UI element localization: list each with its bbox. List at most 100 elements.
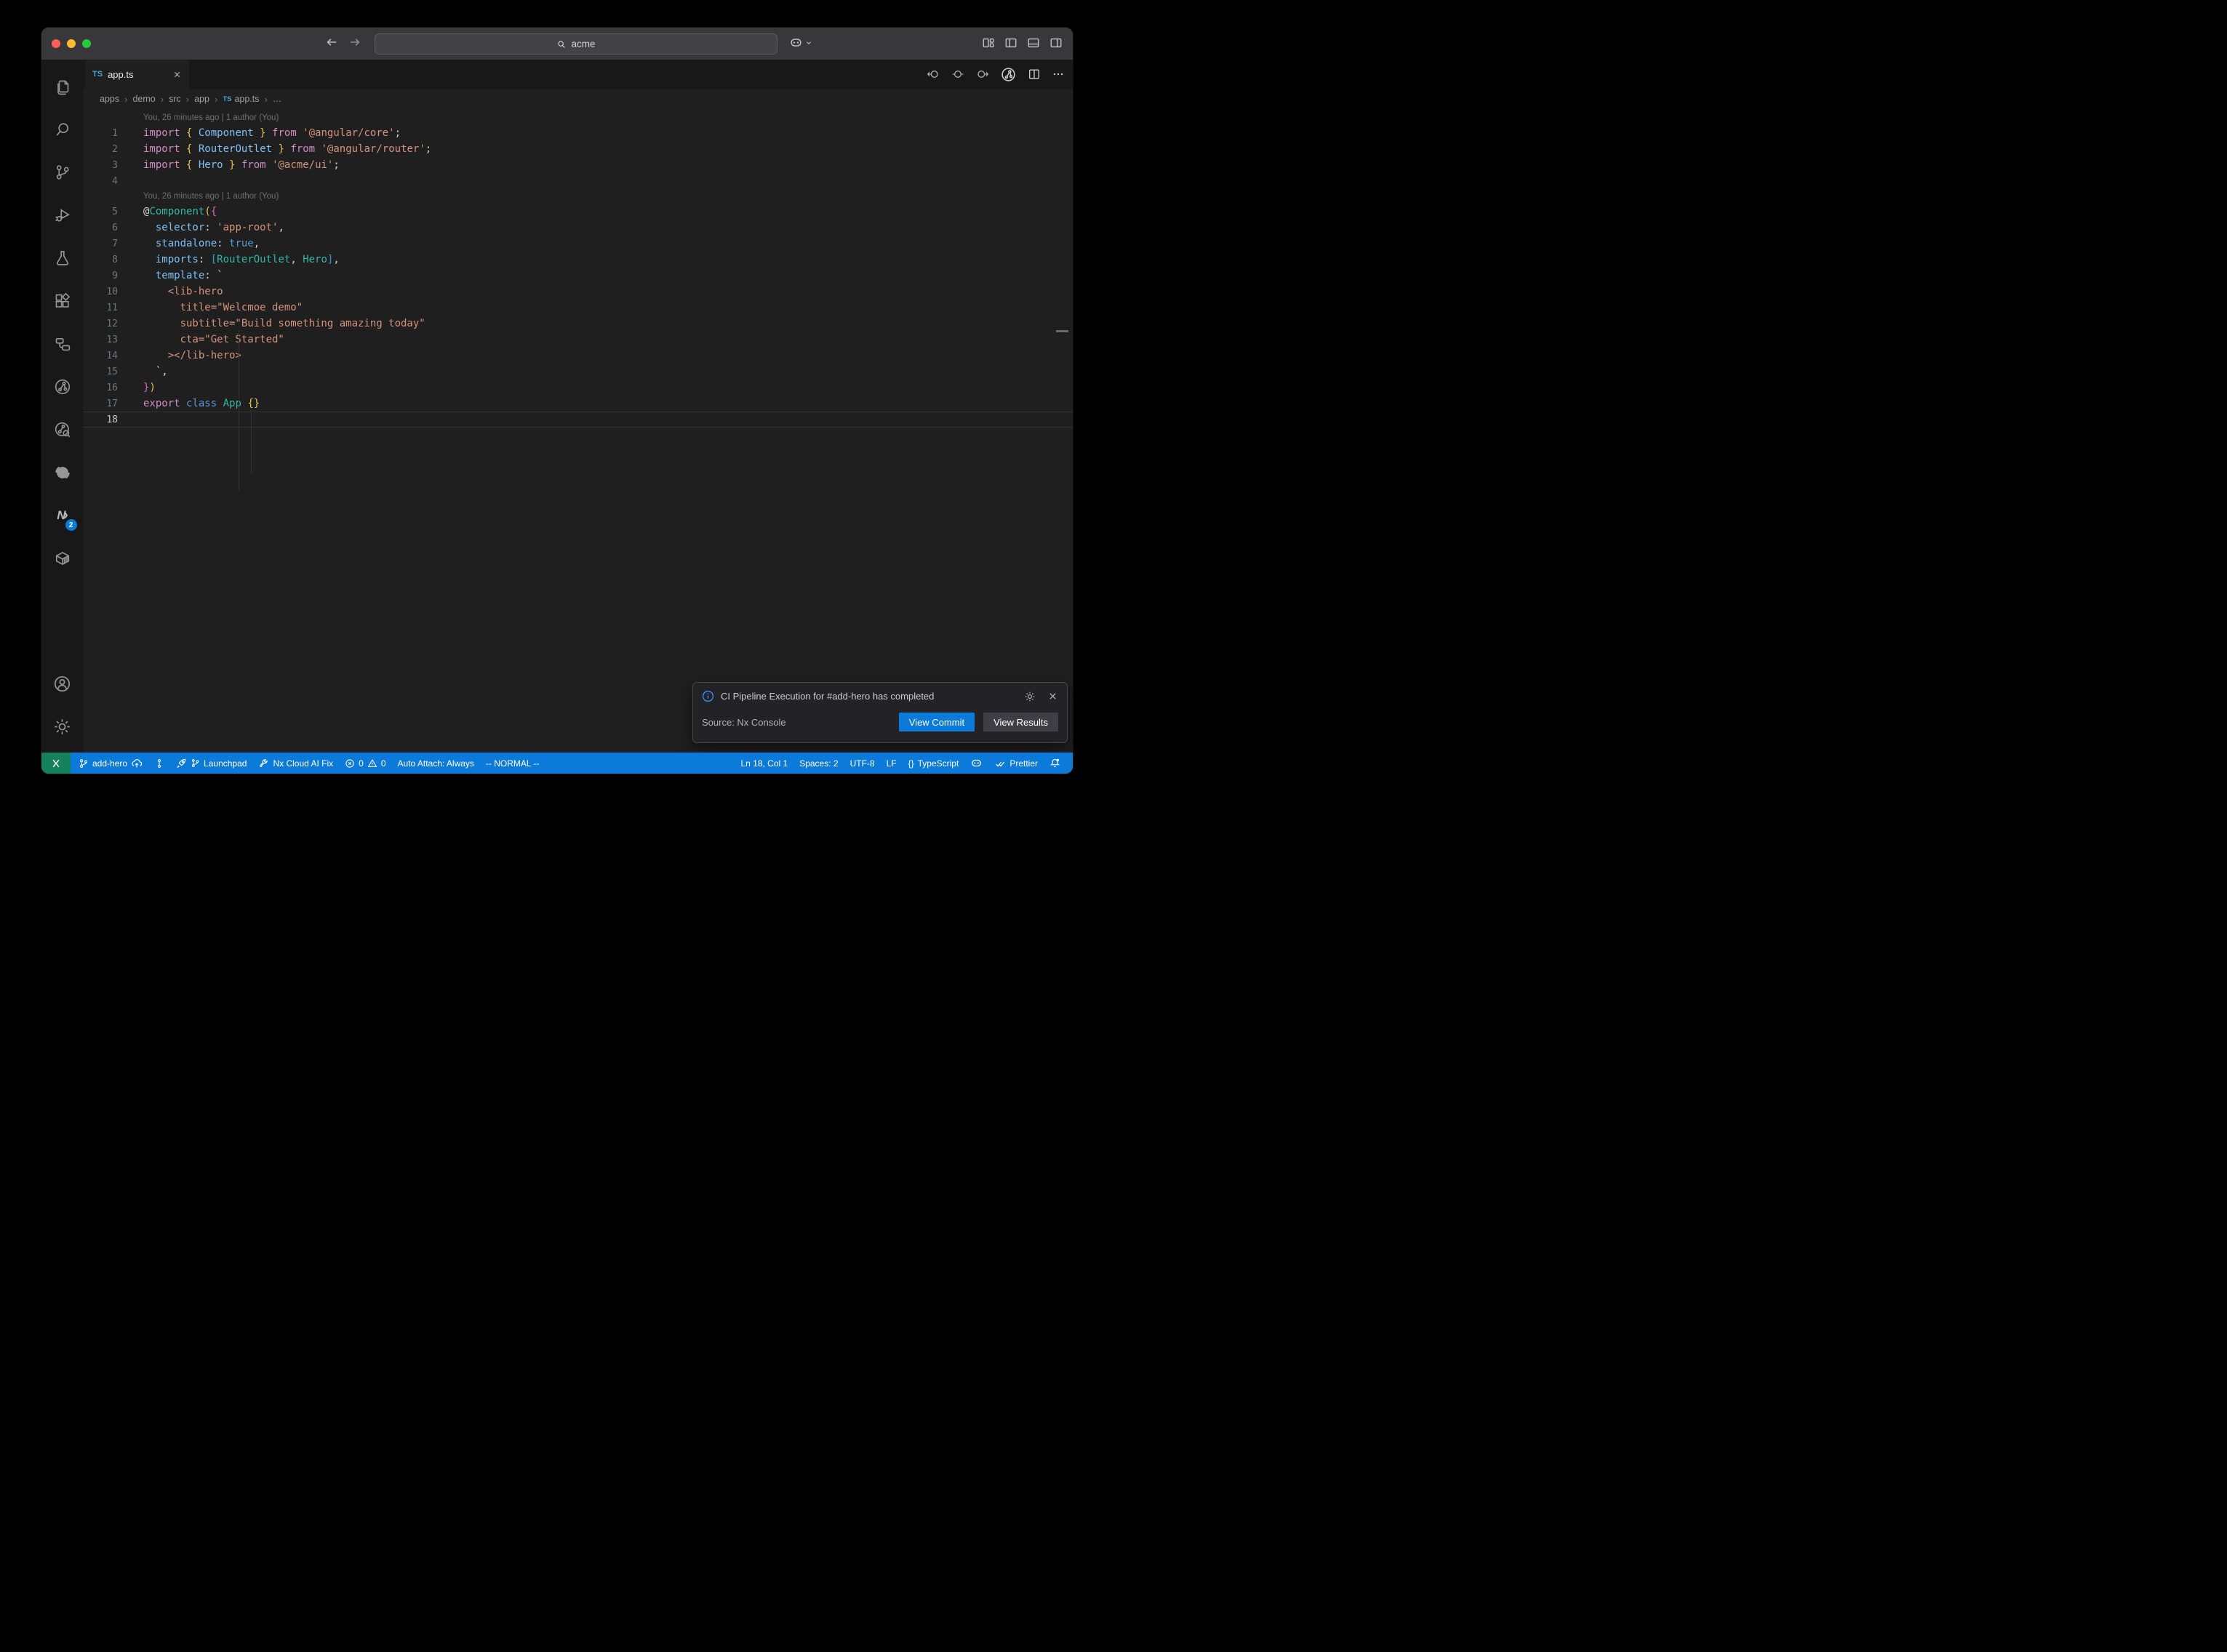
line-number[interactable]: 2 [83,144,118,155]
sidebar-item-nx-console[interactable]: N› 2 [47,499,79,532]
customize-layout-icon[interactable] [982,36,995,49]
line-number[interactable]: 17 [83,398,118,409]
code-text[interactable]: import { Component } from '@angular/core… [118,127,401,139]
line-number[interactable]: 1 [83,128,118,139]
line-number[interactable]: 5 [83,206,118,217]
breadcrumb-item[interactable]: apps [100,94,119,104]
sidebar-item-containers[interactable] [47,542,79,575]
line-number[interactable]: 14 [83,350,118,361]
line-number[interactable]: 11 [83,302,118,313]
breadcrumb-item[interactable]: app [194,94,209,104]
sidebar-item-extensions[interactable] [47,284,79,318]
sidebar-item-search[interactable] [47,113,79,146]
settings-button[interactable] [47,710,79,743]
tab-app-ts[interactable]: TS app.ts [85,60,189,89]
line-number[interactable]: 6 [83,222,118,233]
step-back-icon[interactable] [927,68,940,81]
view-commit-button[interactable]: View Commit [899,713,975,731]
line-number[interactable]: 8 [83,254,118,265]
sidebar-item-console-swirl[interactable] [47,456,79,489]
code-line: 5@Component({ [83,204,1073,220]
command-center-search[interactable]: acme [375,33,777,55]
code-text[interactable]: }) [118,382,156,393]
code-text[interactable]: subtitle="Build something amazing today" [118,318,425,329]
line-number[interactable]: 15 [83,366,118,377]
breadcrumb-item-file[interactable]: TS app.ts [223,94,259,104]
more-actions-icon[interactable] [1052,68,1064,80]
step-forward-icon[interactable] [976,68,989,81]
chevron-down-icon[interactable] [805,39,812,47]
status-auto-attach[interactable]: Auto Attach: Always [393,753,479,774]
record-icon[interactable] [951,68,964,81]
breadcrumb-item[interactable]: demo [132,94,155,104]
account-button[interactable] [47,667,79,700]
sidebar-item-project-graph[interactable] [47,370,79,404]
code-text[interactable]: <lib-hero [118,286,223,297]
sidebar-item-testing[interactable] [47,241,79,275]
remote-indicator[interactable] [41,753,71,774]
status-copilot[interactable] [965,753,988,774]
line-number[interactable]: 7 [83,238,118,249]
code-line: 2import { RouterOutlet } from '@angular/… [83,141,1073,157]
status-nx-cloud-ai-fix[interactable]: Nx Cloud AI Fix [253,753,338,774]
breadcrumb-item-symbol[interactable]: … [273,94,282,104]
sidebar-item-hierarchy[interactable] [47,327,79,361]
panel-left-icon[interactable] [1004,36,1017,49]
status-notifications[interactable] [1044,753,1065,774]
sidebar-item-graph-search[interactable] [47,413,79,446]
panel-right-icon[interactable] [1049,36,1063,49]
code-text[interactable]: @Component({ [118,206,217,217]
code-text[interactable]: ></lib-hero> [118,350,241,361]
code-text[interactable]: import { RouterOutlet } from '@angular/r… [118,143,431,155]
breadcrumb-item[interactable]: src [169,94,181,104]
sidebar-item-explorer[interactable] [47,70,79,103]
blame-text: You, 26 minutes ago | 1 author (You) [143,113,279,122]
status-language[interactable]: {}TypeScript [903,753,964,774]
sidebar-item-source-control[interactable] [47,156,79,189]
status-cursor-position[interactable]: Ln 18, Col 1 [735,753,793,774]
status-indentation[interactable]: Spaces: 2 [794,753,843,774]
circled-graph-search-icon [54,421,71,438]
close-window-button[interactable] [52,39,60,48]
code-text[interactable]: cta="Get Started" [118,334,284,345]
code-text[interactable]: import { Hero } from '@acme/ui'; [118,159,340,171]
split-editor-icon[interactable] [1028,68,1041,81]
line-number[interactable]: 10 [83,286,118,297]
line-number[interactable]: 3 [83,160,118,171]
editor[interactable]: You, 26 minutes ago | 1 author (You)1imp… [83,111,1073,753]
status-vim-mode[interactable]: -- NORMAL -- [481,753,545,774]
notification-settings-gear-icon[interactable] [1024,691,1036,702]
line-number[interactable]: 9 [83,270,118,281]
code-text[interactable]: title="Welcmoe demo" [118,302,303,313]
zoom-window-button[interactable] [82,39,91,48]
status-problems[interactable]: 00 [340,753,391,774]
status-compare[interactable] [149,753,169,774]
close-tab-icon[interactable] [172,70,182,79]
code-text[interactable]: imports: [RouterOutlet, Hero], [118,254,340,265]
run-graph-icon[interactable] [1001,67,1016,82]
minimize-window-button[interactable] [67,39,76,48]
line-number[interactable]: 12 [83,318,118,329]
close-notification-icon[interactable] [1047,691,1058,702]
back-arrow-icon[interactable] [325,36,338,49]
line-number[interactable]: 16 [83,382,118,393]
swirl-icon [53,463,72,482]
copilot-icon[interactable] [789,36,803,49]
code-text[interactable]: standalone: true, [118,238,260,249]
panel-bottom-icon[interactable] [1027,36,1040,49]
sidebar-item-run-debug[interactable] [47,199,79,232]
code-text[interactable]: template: ` [118,270,223,281]
line-number[interactable]: 13 [83,334,118,345]
view-results-button[interactable]: View Results [983,713,1058,731]
status-encoding[interactable]: UTF-8 [845,753,880,774]
code-text[interactable]: selector: 'app-root', [118,222,284,233]
line-number[interactable]: 18 [83,414,118,425]
code-text[interactable]: `, [118,366,168,377]
forward-arrow-icon[interactable] [348,36,361,49]
code-token: , [254,238,260,249]
line-number[interactable]: 4 [83,176,118,187]
status-branch[interactable]: add-hero [73,753,148,774]
status-prettier[interactable]: Prettier [989,753,1043,774]
status-launchpad[interactable]: Launchpad [171,753,252,774]
status-eol[interactable]: LF [881,753,902,774]
